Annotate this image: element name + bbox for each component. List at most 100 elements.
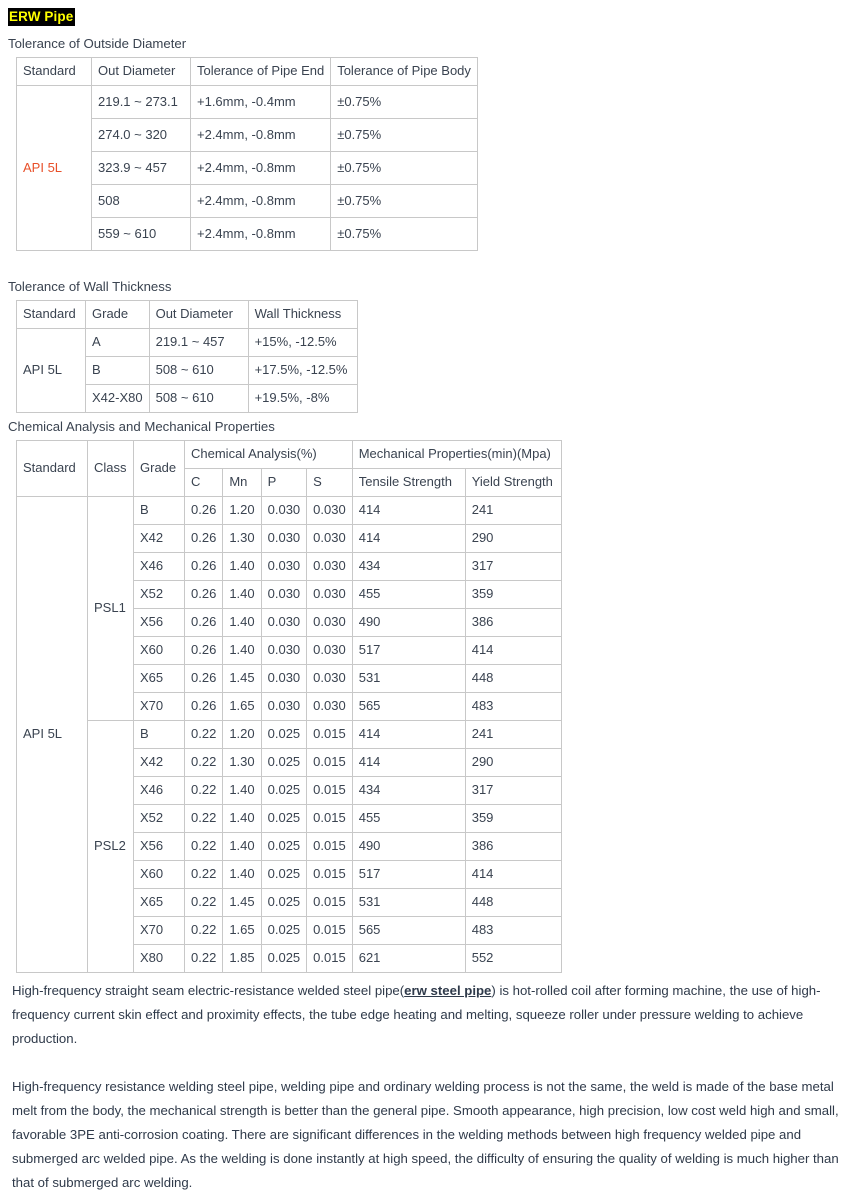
document-page: ERW Pipe Tolerance of Outside Diameter S… xyxy=(0,0,856,1195)
cell-tensile-strength: 455 xyxy=(351,804,466,833)
cell-pipe-body: ±0.75% xyxy=(330,85,478,119)
cell-grade: X42 xyxy=(133,748,185,777)
cell-phosphorus: 0.025 xyxy=(260,720,308,749)
cell-grade: X65 xyxy=(133,664,185,693)
cell-pipe-body: ±0.75% xyxy=(330,151,478,185)
cell-grade: X46 xyxy=(133,776,185,805)
table-header: Standard Grade Out Diameter Wall Thickne… xyxy=(16,300,358,329)
cell-grade: X70 xyxy=(133,692,185,721)
cell-sulphur: 0.030 xyxy=(306,496,353,525)
erw-steel-pipe-link[interactable]: erw steel pipe xyxy=(404,983,491,998)
cell-carbon: 0.22 xyxy=(183,944,224,973)
cell-phosphorus: 0.025 xyxy=(260,860,308,889)
cell-grade: X56 xyxy=(133,832,185,861)
cell-manganese: 1.40 xyxy=(222,804,262,833)
column-header-tensile-strength: Tensile Strength xyxy=(351,468,466,497)
cell-class: PSL1 xyxy=(87,496,134,721)
cell-grade: X80 xyxy=(133,944,185,973)
cell-phosphorus: 0.030 xyxy=(260,552,308,581)
cell-standard: API 5L xyxy=(16,328,86,413)
cell-sulphur: 0.015 xyxy=(306,888,353,917)
cell-yield-strength: 552 xyxy=(464,944,562,973)
cell-phosphorus: 0.025 xyxy=(260,832,308,861)
cell-grade: X65 xyxy=(133,888,185,917)
cell-yield-strength: 414 xyxy=(464,636,562,665)
cell-manganese: 1.65 xyxy=(222,916,262,945)
cell-standard: API 5L xyxy=(16,496,88,973)
column-header-pipe-end: Tolerance of Pipe End xyxy=(189,57,332,86)
cell-sulphur: 0.015 xyxy=(306,804,353,833)
cell-phosphorus: 0.030 xyxy=(260,580,308,609)
column-header-carbon: C xyxy=(183,468,224,497)
cell-pipe-body: ±0.75% xyxy=(330,217,478,251)
cell-yield-strength: 317 xyxy=(464,552,562,581)
column-header-out-diameter: Out Diameter xyxy=(91,57,191,86)
cell-carbon: 0.22 xyxy=(183,776,224,805)
cell-yield-strength: 483 xyxy=(464,916,562,945)
cell-wall-thickness: +17.5%, -12.5% xyxy=(247,356,358,385)
column-header-class: Class xyxy=(87,440,134,497)
cell-standard: API 5L xyxy=(16,85,92,251)
cell-phosphorus: 0.025 xyxy=(260,804,308,833)
cell-sulphur: 0.015 xyxy=(306,720,353,749)
cell-phosphorus: 0.030 xyxy=(260,608,308,637)
table-chemical-mechanical: Standard Class Grade Chemical Analysis(%… xyxy=(16,440,562,973)
cell-manganese: 1.45 xyxy=(222,664,262,693)
cell-tensile-strength: 565 xyxy=(351,916,466,945)
cell-manganese: 1.30 xyxy=(222,748,262,777)
cell-tensile-strength: 434 xyxy=(351,552,466,581)
caption-wall-thickness: Tolerance of Wall Thickness xyxy=(8,279,172,294)
cell-out-diameter: 508 ~ 610 xyxy=(148,356,249,385)
column-header-standard: Standard xyxy=(16,57,92,86)
table-wall-thickness: Standard Grade Out Diameter Wall Thickne… xyxy=(16,300,358,413)
cell-grade: B xyxy=(85,356,150,385)
cell-yield-strength: 359 xyxy=(464,804,562,833)
cell-grade: B xyxy=(133,720,185,749)
table-row: API 5L 219.1 ~ 273.1 +1.6mm, -0.4mm ±0.7… xyxy=(16,85,478,251)
cell-carbon: 0.22 xyxy=(183,832,224,861)
cell-class: PSL2 xyxy=(87,720,134,973)
cell-out-diameter: 219.1 ~ 273.1 xyxy=(91,85,191,119)
cell-grade: X46 xyxy=(133,552,185,581)
cell-yield-strength: 483 xyxy=(464,692,562,721)
cell-carbon: 0.22 xyxy=(183,860,224,889)
cell-phosphorus: 0.025 xyxy=(260,916,308,945)
cell-tensile-strength: 455 xyxy=(351,580,466,609)
column-group-header-chemical-analysis: Chemical Analysis(%) xyxy=(184,440,353,469)
cell-phosphorus: 0.025 xyxy=(260,888,308,917)
cell-grade: A xyxy=(85,328,150,357)
cell-manganese: 1.40 xyxy=(222,832,262,861)
column-header-sulphur: S xyxy=(306,468,353,497)
caption-outside-diameter: Tolerance of Outside Diameter xyxy=(8,36,187,51)
cell-yield-strength: 241 xyxy=(464,496,562,525)
table-outside-diameter: Standard Out Diameter Tolerance of Pipe … xyxy=(16,57,478,251)
cell-manganese: 1.45 xyxy=(222,888,262,917)
cell-sulphur: 0.030 xyxy=(306,608,353,637)
column-header-yield-strength: Yield Strength xyxy=(464,468,562,497)
table-header-row-top: Standard Class Grade Chemical Analysis(%… xyxy=(16,440,562,497)
cell-tensile-strength: 414 xyxy=(351,524,466,553)
cell-carbon: 0.26 xyxy=(183,524,224,553)
cell-phosphorus: 0.030 xyxy=(260,524,308,553)
cell-tensile-strength: 414 xyxy=(351,496,466,525)
column-header-pipe-body: Tolerance of Pipe Body xyxy=(330,57,478,86)
cell-grade: X60 xyxy=(133,860,185,889)
cell-wall-thickness: +19.5%, -8% xyxy=(247,384,358,413)
cell-sulphur: 0.030 xyxy=(306,524,353,553)
table-row: PSL2 B 0.22 1.20 0.025 0.015 414 241 xyxy=(17,720,562,973)
cell-phosphorus: 0.025 xyxy=(260,944,308,973)
cell-sulphur: 0.030 xyxy=(306,636,353,665)
cell-tensile-strength: 565 xyxy=(351,692,466,721)
cell-out-diameter: 274.0 ~ 320 xyxy=(91,118,191,152)
cell-yield-strength: 290 xyxy=(464,524,562,553)
cell-manganese: 1.40 xyxy=(222,608,262,637)
cell-carbon: 0.26 xyxy=(183,664,224,693)
cell-carbon: 0.22 xyxy=(183,916,224,945)
cell-pipe-body: ±0.75% xyxy=(330,118,478,152)
cell-manganese: 1.30 xyxy=(222,524,262,553)
table-row: API 5L A 219.1 ~ 457 +15%, -12.5% xyxy=(16,328,358,413)
cell-sulphur: 0.015 xyxy=(306,776,353,805)
cell-grade: X42 xyxy=(133,524,185,553)
cell-manganese: 1.40 xyxy=(222,552,262,581)
table-header-row: Standard Out Diameter Tolerance of Pipe … xyxy=(16,57,478,86)
